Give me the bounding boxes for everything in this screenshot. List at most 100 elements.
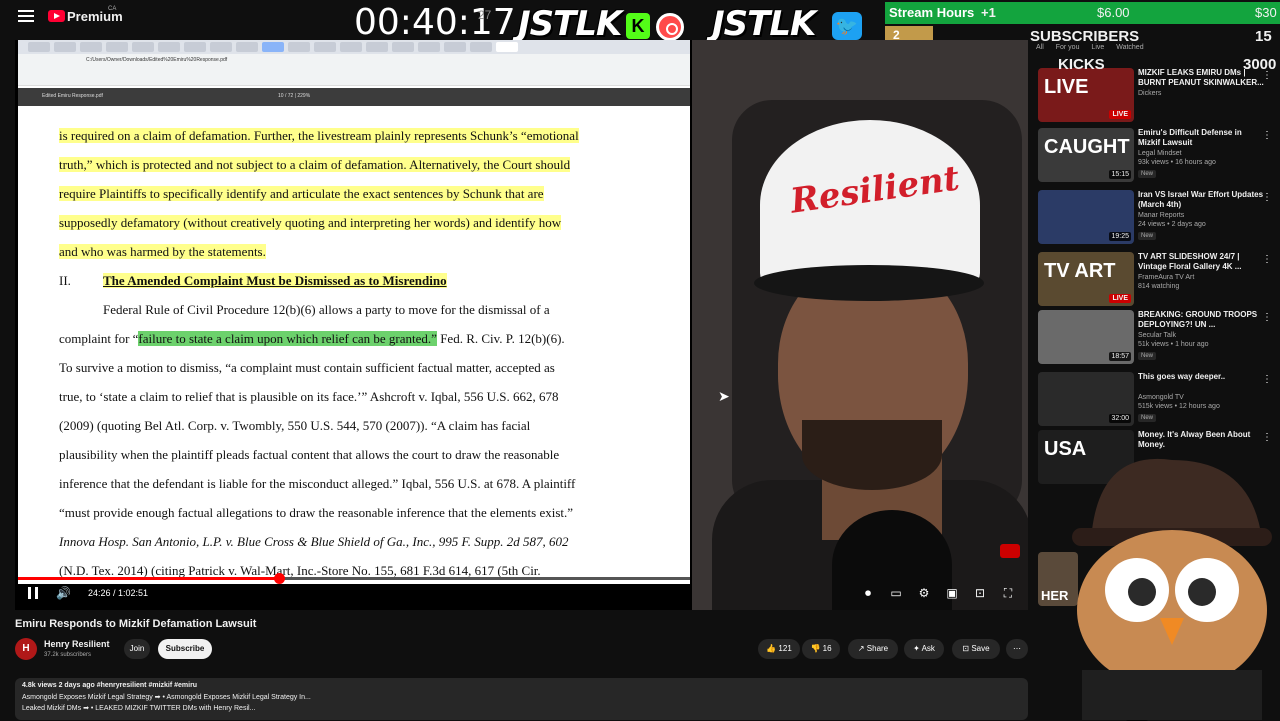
subscribe-button[interactable]: Subscribe: [158, 639, 212, 659]
beard: [802, 420, 942, 490]
recommendation-item[interactable]: 18:57 BREAKING: GROUND TROOPS DEPLOYING?!…: [1038, 310, 1278, 368]
doc-line: complaint for “failure to state a claim …: [59, 331, 565, 346]
duration-badge: 19:25: [1109, 232, 1131, 241]
recommendation-item[interactable]: 19:25 Iran VS Israel War Effort Updates (…: [1038, 190, 1278, 248]
owl-mascot-overlay: [1072, 458, 1272, 720]
recommendation-title[interactable]: BREAKING: GROUND TROOPS DEPLOYING?! UN .…: [1138, 310, 1264, 330]
chip-live[interactable]: Live: [1091, 44, 1104, 51]
channel-avatar[interactable]: H: [15, 638, 37, 660]
thumbs-up-icon: 👍: [766, 644, 777, 653]
recommendation-channel[interactable]: Asmongold TV: [1138, 394, 1184, 401]
ask-button[interactable]: ✦ Ask: [904, 639, 944, 659]
doc-line: Innova Hosp. San Antonio, L.P. v. Blue C…: [59, 534, 569, 549]
settings-icon[interactable]: ⚙: [916, 586, 932, 600]
thumbnail-text: CAUGHT: [1044, 136, 1130, 158]
recommendation-title[interactable]: Emiru's Difficult Defense in Mizkif Laws…: [1138, 128, 1264, 148]
miniplayer-icon[interactable]: ▣: [944, 586, 960, 600]
recommendation-thumbnail[interactable]: 19:25: [1038, 190, 1134, 244]
more-options-icon[interactable]: ⋮: [1262, 312, 1272, 323]
more-options-icon[interactable]: ⋮: [1262, 130, 1272, 141]
stream-timer: 00:40:17: [354, 2, 516, 43]
description-line: Leaked Mizkif DMs ➡ • LEAKED MIZKIF TWIT…: [22, 705, 256, 712]
doc-line: (2009) (quoting Bel Atl. Corp. v. Twombl…: [59, 418, 531, 433]
youtube-overlay-icon[interactable]: [1000, 544, 1020, 558]
recommendation-item[interactable]: 32:00 This goes way deeper.. Asmongold TV 5…: [1038, 372, 1278, 430]
recommendation-channel[interactable]: Dickers: [1138, 90, 1161, 97]
live-badge: LIVE: [1109, 294, 1131, 303]
new-badge: New: [1138, 352, 1157, 360]
new-badge: New: [1138, 170, 1157, 178]
more-options-icon[interactable]: ⋮: [1262, 254, 1272, 265]
channel-name[interactable]: Henry Resilient: [44, 639, 110, 649]
stream-hours-plus: +1: [981, 5, 996, 20]
kick-icon: K: [626, 13, 650, 39]
recommendation-thumbnail[interactable]: LIVE LIVE: [1038, 68, 1134, 122]
subscribers-label: SUBSCRIBERS: [1030, 28, 1140, 45]
brand-logo-right: JSTLK: [712, 4, 816, 44]
recommendation-channel[interactable]: Secular Talk: [1138, 332, 1176, 339]
more-options-icon[interactable]: ⋮: [1262, 192, 1272, 203]
recommendation-meta: 515k views • 12 hours ago: [1138, 403, 1220, 410]
pdf-toolbar: [18, 88, 690, 106]
browser-url: C:/Users/Owner/Downloads/Edited%20Emiru%…: [86, 57, 228, 63]
recommendation-item[interactable]: CAUGHT 15:15 Emiru's Difficult Defense in …: [1038, 128, 1278, 186]
twitter-icon: 🐦: [832, 12, 862, 40]
new-badge: New: [1138, 232, 1157, 240]
doc-line: To survive a motion to dismiss, “a compl…: [59, 360, 555, 375]
hamburger-menu-icon[interactable]: [18, 10, 34, 22]
description-meta: 4.8k views 2 days ago #henryresilient #m…: [22, 682, 198, 689]
recommendation-thumbnail[interactable]: CAUGHT 15:15: [1038, 128, 1134, 182]
share-icon: ↗: [857, 644, 865, 653]
autoplay-toggle-icon[interactable]: ⏺: [860, 586, 876, 600]
recommendation-channel[interactable]: Legal Mindset: [1138, 150, 1182, 157]
pause-icon[interactable]: [28, 587, 38, 599]
filter-chips: All For you Live Watched: [1036, 44, 1144, 51]
share-button[interactable]: ↗ Share: [848, 639, 898, 659]
recommendation-channel[interactable]: FrameAura TV Art: [1138, 274, 1194, 281]
like-count: 121: [778, 644, 792, 653]
youtube-logo-icon[interactable]: [48, 10, 65, 22]
sparkle-icon: ✦: [913, 644, 920, 653]
recommendation-thumbnail[interactable]: 18:57: [1038, 310, 1134, 364]
mouse-cursor-icon: ➤: [718, 388, 730, 404]
video-description[interactable]: 4.8k views 2 days ago #henryresilient #m…: [15, 678, 1028, 720]
recommendation-title[interactable]: Iran VS Israel War Effort Updates (March…: [1138, 190, 1264, 210]
doc-line: Federal Rule of Civil Procedure 12(b)(6)…: [103, 302, 550, 317]
progress-scrubber[interactable]: [274, 573, 285, 584]
more-options-icon[interactable]: ⋮: [1262, 374, 1272, 385]
chip-all[interactable]: All: [1036, 44, 1044, 51]
subtitles-icon[interactable]: ▭: [888, 586, 904, 600]
volume-icon[interactable]: 🔊: [56, 586, 71, 600]
recommendation-thumbnail[interactable]: 32:00: [1038, 372, 1134, 426]
like-button[interactable]: 👍 121: [758, 639, 800, 659]
recommendation-item[interactable]: LIVE LIVE MIZKIF LEAKS EMIRU DMs | BURNT P…: [1038, 68, 1278, 126]
recommendation-meta: 93k views • 16 hours ago: [1138, 159, 1216, 166]
price-right: $30: [1255, 5, 1277, 20]
fullscreen-icon[interactable]: ⛶: [1000, 586, 1016, 600]
bookmark-icon: ⊡: [962, 644, 970, 653]
doc-line: true, to ‘state a claim to relief that i…: [59, 389, 559, 404]
recommendation-meta: 24 views • 2 days ago: [1138, 221, 1206, 228]
doc-line: is required on a claim of defamation. Fu…: [59, 128, 579, 143]
channel-subscribers: 37.2k subscribers: [44, 652, 92, 658]
recommendation-title[interactable]: TV ART SLIDESHOW 24/7 | Vintage Floral G…: [1138, 252, 1264, 272]
dislike-button[interactable]: 👎 16: [802, 639, 840, 659]
recommendation-thumbnail[interactable]: TV ART LIVE: [1038, 252, 1134, 306]
save-button[interactable]: ⊡ Save: [952, 639, 1000, 659]
brand-logo-left: JSTLK: [518, 4, 622, 44]
chip-for-you[interactable]: For you: [1056, 44, 1080, 51]
cast-icon[interactable]: ⊡: [972, 586, 988, 600]
join-button[interactable]: Join: [124, 639, 150, 659]
timer-sub: 27: [478, 8, 492, 22]
region-label: CA: [108, 6, 117, 12]
doc-line: require Plaintiffs to specifically ident…: [59, 186, 544, 201]
recommendation-title[interactable]: This goes way deeper..: [1138, 372, 1264, 382]
recommendation-channel[interactable]: Manar Reports: [1138, 212, 1184, 219]
more-actions-icon[interactable]: ⋯: [1006, 639, 1028, 659]
recommendation-item[interactable]: TV ART LIVE TV ART SLIDESHOW 24/7 | Vintag…: [1038, 252, 1278, 310]
new-badge: New: [1138, 414, 1157, 422]
thumbnail-text: TV ART: [1044, 260, 1116, 282]
chip-watched[interactable]: Watched: [1116, 44, 1143, 51]
dislike-count: 16: [822, 644, 832, 653]
video-title: Emiru Responds to Mizkif Defamation Laws…: [15, 618, 257, 630]
